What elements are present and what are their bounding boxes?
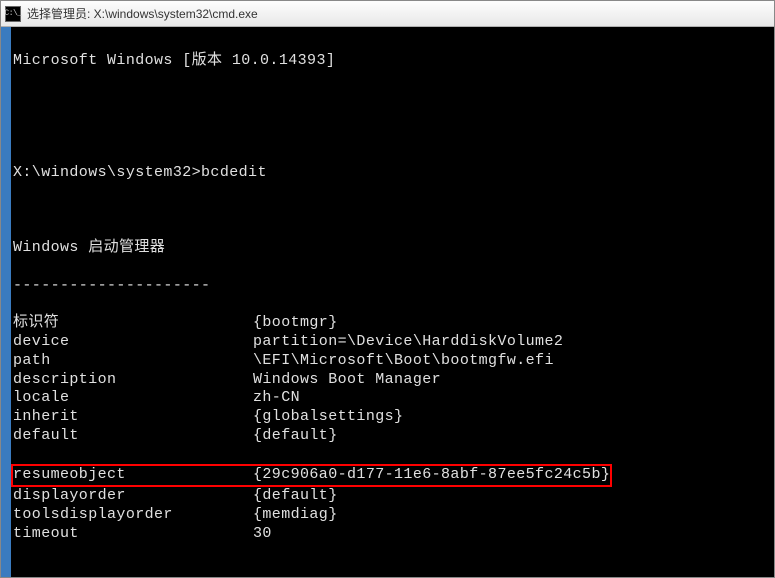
- kv-row: default{default}: [13, 427, 772, 446]
- kv-key: resumeobject: [13, 466, 253, 485]
- kv-key: displayorder: [13, 487, 253, 506]
- kv-row: localezh-CN: [13, 389, 772, 408]
- highlight-box: resumeobject{29c906a0-d177-11e6-8abf-87e…: [11, 464, 612, 487]
- command-text: bcdedit: [201, 164, 267, 181]
- kv-key: description: [13, 371, 253, 390]
- console-header: Microsoft Windows [版本 10.0.14393]: [13, 52, 772, 71]
- kv-key: device: [13, 333, 253, 352]
- kv-row: toolsdisplayorder{memdiag}: [13, 506, 772, 525]
- console-area[interactable]: Microsoft Windows [版本 10.0.14393] X:\win…: [1, 27, 774, 577]
- kv-row: descriptionWindows Boot Manager: [13, 371, 772, 390]
- blank-line: [13, 202, 772, 221]
- kv-row: inherit{globalsettings}: [13, 408, 772, 427]
- kv-key: 标识符: [13, 314, 253, 333]
- kv-key: toolsdisplayorder: [13, 506, 253, 525]
- section-title: Windows 启动管理器: [13, 239, 772, 258]
- cmd-icon: C:\_: [5, 6, 21, 22]
- kv-row: 标识符{bootmgr}: [13, 314, 772, 333]
- kv-value: zh-CN: [253, 389, 300, 408]
- cmd-window: C:\_ 选择管理员: X:\windows\system32\cmd.exe …: [0, 0, 775, 578]
- kv-value: {default}: [253, 487, 338, 506]
- kv-value: 30: [253, 525, 272, 544]
- kv-row-highlight: resumeobject{29c906a0-d177-11e6-8abf-87e…: [13, 466, 610, 485]
- kv-value: {29c906a0-d177-11e6-8abf-87ee5fc24c5b}: [253, 466, 610, 485]
- kv-row: timeout30: [13, 525, 772, 544]
- prompt: X:\windows\system32>: [13, 164, 201, 181]
- window-title: 选择管理员: X:\windows\system32\cmd.exe: [27, 5, 258, 22]
- section1-rows: 标识符{bootmgr}devicepartition=\Device\Hard…: [13, 314, 772, 445]
- prompt-line: X:\windows\system32>bcdedit: [13, 164, 772, 183]
- titlebar[interactable]: C:\_ 选择管理员: X:\windows\system32\cmd.exe: [1, 1, 774, 27]
- blank-line: [13, 127, 772, 146]
- kv-key: timeout: [13, 525, 253, 544]
- section1-rows-after: displayorder{default}toolsdisplayorder{m…: [13, 487, 772, 543]
- kv-value: {default}: [253, 427, 338, 446]
- kv-value: {globalsettings}: [253, 408, 403, 427]
- kv-value: \EFI\Microsoft\Boot\bootmgfw.efi: [253, 352, 554, 371]
- kv-key: path: [13, 352, 253, 371]
- kv-key: locale: [13, 389, 253, 408]
- kv-key: default: [13, 427, 253, 446]
- kv-key: inherit: [13, 408, 253, 427]
- kv-value: partition=\Device\HarddiskVolume2: [253, 333, 563, 352]
- kv-row: devicepartition=\Device\HarddiskVolume2: [13, 333, 772, 352]
- kv-value: {bootmgr}: [253, 314, 338, 333]
- kv-value: {memdiag}: [253, 506, 338, 525]
- blank-line: [13, 562, 772, 577]
- kv-value: Windows Boot Manager: [253, 371, 441, 390]
- cmd-icon-label: C:\_: [4, 9, 21, 18]
- kv-row: displayorder{default}: [13, 487, 772, 506]
- kv-row: path\EFI\Microsoft\Boot\bootmgfw.efi: [13, 352, 772, 371]
- section-divider: ---------------------: [13, 277, 772, 296]
- blank-line: [13, 89, 772, 108]
